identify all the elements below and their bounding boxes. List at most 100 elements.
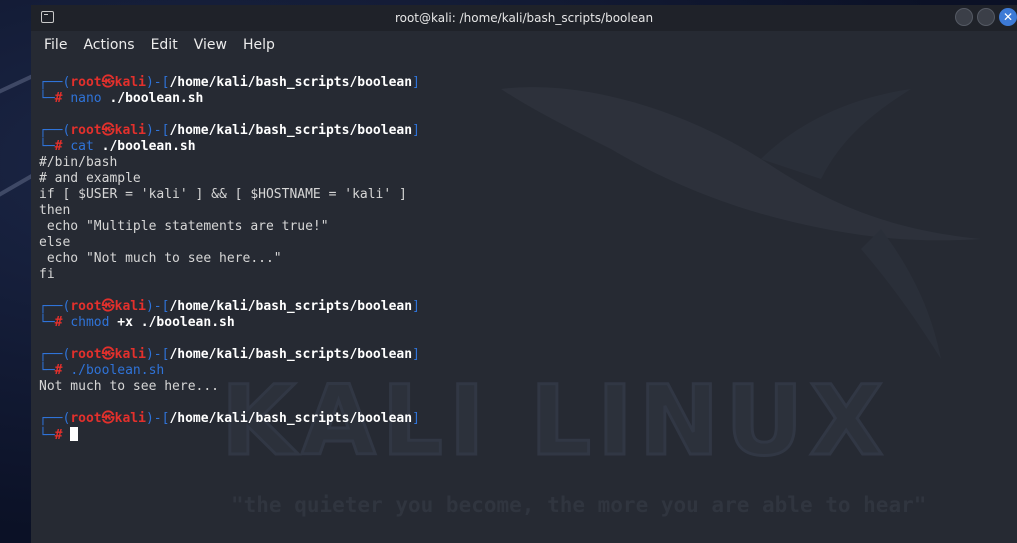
prompt-at-icon: ㉿ — [101, 347, 115, 362]
prompt-symbol: # — [54, 428, 63, 443]
command-name: chmod — [70, 315, 110, 330]
output-text: fi — [39, 267, 55, 282]
menu-view[interactable]: View — [194, 37, 227, 53]
prompt-host: kali — [114, 411, 146, 426]
prompt-frame: ┌──( — [39, 299, 71, 314]
prompt-path: /home/kali/bash_scripts/boolean — [169, 123, 413, 138]
command-name: ./boolean.sh — [70, 363, 165, 378]
menu-file[interactable]: File — [44, 37, 67, 53]
prompt-frame: )-[ — [145, 411, 170, 426]
kali-slogan: "the quieter you become, the more you ar… — [231, 493, 927, 517]
output-text: echo "Not much to see here..." — [39, 251, 282, 266]
prompt-symbol: # — [54, 139, 63, 154]
command-line: └─# cat ./boolean.sh — [39, 139, 420, 155]
prompt-frame: )-[ — [145, 75, 170, 90]
output-line: # and example — [39, 171, 420, 187]
prompt-frame: └─ — [39, 91, 55, 106]
prompt-at-icon: ㉿ — [101, 123, 115, 138]
prompt-user: root — [70, 347, 102, 362]
menu-edit[interactable]: Edit — [151, 37, 178, 53]
prompt-frame: ] — [412, 299, 420, 314]
prompt-path: /home/kali/bash_scripts/boolean — [169, 411, 413, 426]
prompt-frame: └─ — [39, 315, 55, 330]
prompt-user: root — [70, 123, 102, 138]
output-line: Not much to see here... — [39, 379, 420, 395]
terminal-area[interactable]: KALI LINUX "the quieter you become, the … — [31, 59, 1017, 543]
prompt-line: ┌──(root㉿kali)-[/home/kali/bash_scripts/… — [39, 411, 420, 427]
prompt-frame: └─ — [39, 139, 55, 154]
prompt-at-icon: ㉿ — [101, 299, 115, 314]
text-cursor — [70, 427, 79, 441]
prompt-frame: )-[ — [145, 123, 170, 138]
prompt-frame: ] — [412, 411, 420, 426]
prompt-frame: ┌──( — [39, 123, 71, 138]
prompt-line: ┌──(root㉿kali)-[/home/kali/bash_scripts/… — [39, 123, 420, 139]
prompt-frame: ] — [412, 347, 420, 362]
command-args: ./boolean.sh — [101, 91, 204, 106]
output-line: echo "Not much to see here..." — [39, 251, 420, 267]
command-name: cat — [70, 139, 94, 154]
prompt-frame: ] — [412, 123, 420, 138]
prompt-line: ┌──(root㉿kali)-[/home/kali/bash_scripts/… — [39, 75, 420, 91]
prompt-frame: ┌──( — [39, 75, 71, 90]
command-args: +x ./boolean.sh — [109, 315, 235, 330]
command-args: ./boolean.sh — [93, 139, 196, 154]
close-button[interactable]: ✕ — [999, 8, 1017, 26]
prompt-at-icon: ㉿ — [101, 75, 115, 90]
output-text: # and example — [39, 171, 141, 186]
prompt-host: kali — [114, 75, 146, 90]
maximize-button[interactable] — [977, 8, 995, 26]
prompt-frame: ] — [412, 75, 420, 90]
prompt-at-icon: ㉿ — [101, 411, 115, 426]
output-line: then — [39, 203, 420, 219]
output-line: if [ $USER = 'kali' ] && [ $HOSTNAME = '… — [39, 187, 420, 203]
close-icon: ✕ — [1002, 10, 1014, 24]
prompt-user: root — [70, 75, 102, 90]
prompt-frame: └─ — [39, 363, 55, 378]
output-text: else — [39, 235, 71, 250]
output-text: echo "Multiple statements are true!" — [39, 219, 329, 234]
output-text: #/bin/bash — [39, 155, 118, 170]
command-name: nano — [70, 91, 102, 106]
output-text: Not much to see here... — [39, 379, 220, 394]
menu-actions[interactable]: Actions — [83, 37, 134, 53]
prompt-host: kali — [114, 347, 146, 362]
prompt-frame: )-[ — [145, 299, 170, 314]
terminal-icon — [41, 11, 54, 23]
minimize-button[interactable] — [955, 8, 973, 26]
window-title: root@kali: /home/kali/bash_scripts/boole… — [394, 11, 654, 25]
prompt-symbol: # — [54, 315, 63, 330]
prompt-line: ┌──(root㉿kali)-[/home/kali/bash_scripts/… — [39, 299, 420, 315]
prompt-frame: )-[ — [145, 347, 170, 362]
prompt-symbol: # — [54, 363, 63, 378]
command-line: └─# chmod +x ./boolean.sh — [39, 315, 420, 331]
prompt-frame: ┌──( — [39, 411, 71, 426]
output-line: echo "Multiple statements are true!" — [39, 219, 420, 235]
prompt-host: kali — [114, 299, 146, 314]
output-text: if [ $USER = 'kali' ] && [ $HOSTNAME = '… — [39, 187, 407, 202]
menu-help[interactable]: Help — [243, 37, 275, 53]
output-text: then — [39, 203, 71, 218]
prompt-frame: └─ — [39, 428, 55, 443]
window-controls: ✕ — [955, 8, 1017, 26]
title-bar[interactable]: root@kali: /home/kali/bash_scripts/boole… — [31, 5, 1017, 31]
prompt-path: /home/kali/bash_scripts/boolean — [169, 299, 413, 314]
prompt-path: /home/kali/bash_scripts/boolean — [169, 75, 413, 90]
command-line: └─# — [39, 427, 420, 443]
terminal-window: root@kali: /home/kali/bash_scripts/boole… — [31, 5, 1017, 543]
output-line: #/bin/bash — [39, 155, 420, 171]
command-line: └─# nano ./boolean.sh — [39, 91, 420, 107]
output-line: fi — [39, 267, 420, 283]
prompt-symbol: # — [54, 91, 63, 106]
prompt-user: root — [70, 411, 102, 426]
prompt-host: kali — [114, 123, 146, 138]
output-line: else — [39, 235, 420, 251]
prompt-path: /home/kali/bash_scripts/boolean — [169, 347, 413, 362]
prompt-frame: ┌──( — [39, 347, 71, 362]
kali-dragon-logo — [501, 87, 981, 359]
menu-bar: File Actions Edit View Help — [31, 31, 1017, 59]
